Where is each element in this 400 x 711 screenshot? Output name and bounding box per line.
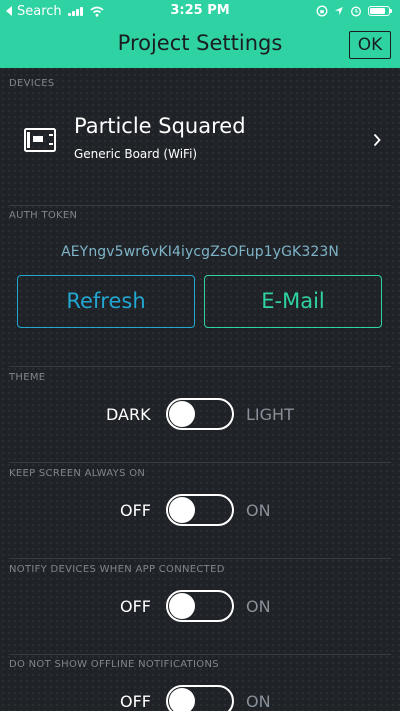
divider: [9, 205, 391, 206]
status-bar: Search 3:25 PM: [0, 0, 400, 22]
device-row[interactable]: Particle Squared Generic Board (WiFi): [0, 96, 400, 186]
notify-devices-toggle[interactable]: [166, 590, 234, 622]
offline-notifications-toggle[interactable]: [166, 685, 234, 711]
rotation-lock-icon: [316, 5, 328, 17]
notify-devices-toggle-row: OFF ON: [0, 590, 400, 624]
theme-toggle[interactable]: [166, 398, 234, 430]
theme-light-label: LIGHT: [246, 405, 294, 424]
board-icon: [24, 128, 56, 152]
notify-devices-section-label: NOTIFY DEVICES WHEN APP CONNECTED: [9, 564, 225, 575]
alarm-clock-icon: [351, 6, 361, 17]
toggle-knob: [169, 401, 195, 427]
divider: [9, 558, 391, 559]
device-name: Particle Squared: [74, 114, 246, 138]
theme-toggle-row: DARK LIGHT: [0, 398, 400, 432]
offline-notifications-on-label: ON: [246, 692, 271, 711]
toggle-knob: [169, 497, 195, 523]
theme-section-label: THEME: [9, 372, 46, 383]
top-bar: Search 3:25 PM Project Settings OK: [0, 0, 400, 68]
location-arrow-icon: [335, 7, 343, 15]
devices-section-label: DEVICES: [9, 78, 55, 89]
keep-screen-on-toggle-row: OFF ON: [0, 494, 400, 528]
keep-screen-on-toggle[interactable]: [166, 494, 234, 526]
toggle-knob: [169, 688, 195, 711]
status-right: [310, 4, 392, 18]
device-type: Generic Board (WiFi): [74, 147, 198, 161]
divider: [9, 462, 391, 463]
auth-token-section-label: AUTH TOKEN: [9, 210, 78, 221]
chevron-right-icon: [373, 133, 381, 147]
offline-notifications-toggle-row: OFF ON: [0, 685, 400, 711]
auth-token-value: AEYngv5wr6vKI4iycgZsOFup1yGK323N: [61, 244, 339, 260]
refresh-button[interactable]: Refresh: [17, 275, 195, 328]
email-button[interactable]: E-Mail: [204, 275, 382, 328]
divider: [9, 654, 391, 655]
battery-fill: [370, 8, 385, 14]
divider: [9, 366, 391, 367]
page-title: Project Settings: [117, 31, 283, 55]
notify-devices-off-label: OFF: [120, 597, 151, 616]
offline-notifications-section-label: DO NOT SHOW OFFLINE NOTIFICATIONS: [9, 659, 219, 670]
battery-icon: [368, 6, 392, 16]
keep-screen-on-off-label: OFF: [120, 501, 151, 520]
project-settings-screen: Search 3:25 PM Project Settings OK DEVIC…: [0, 0, 400, 711]
toggle-knob: [169, 593, 195, 619]
notify-devices-on-label: ON: [246, 597, 271, 616]
ok-button[interactable]: OK: [349, 31, 391, 59]
theme-dark-label: DARK: [106, 405, 151, 424]
keep-screen-on-section-label: KEEP SCREEN ALWAYS ON: [9, 468, 146, 479]
keep-screen-on-on-label: ON: [246, 501, 271, 520]
offline-notifications-off-label: OFF: [120, 692, 151, 711]
